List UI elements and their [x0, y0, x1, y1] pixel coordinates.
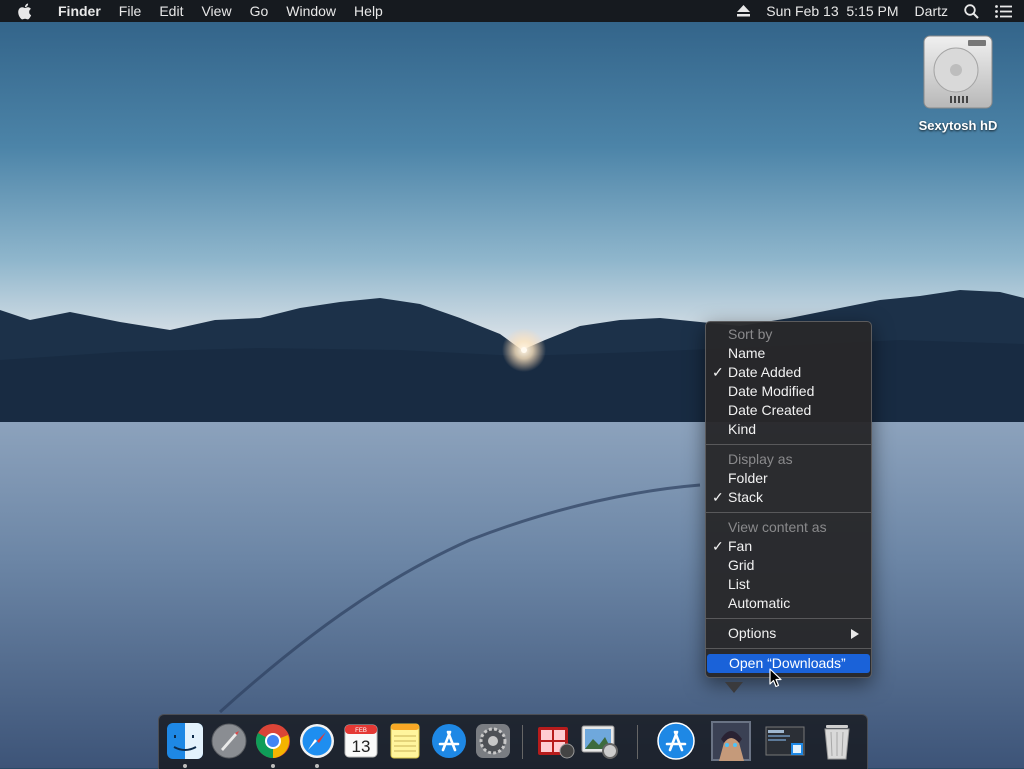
launchpad-icon — [211, 723, 247, 759]
menu-separator — [706, 648, 871, 649]
running-indicator — [315, 764, 319, 768]
view-content-as-header: View content as — [728, 519, 827, 535]
calendar-icon: FEB 13 — [344, 724, 378, 758]
user-name[interactable]: Dartz — [915, 0, 948, 22]
preview-icon — [581, 725, 618, 759]
open-downloads-item[interactable]: Open “Downloads” — [707, 654, 870, 673]
calendar-month: FEB — [355, 728, 367, 734]
dock-photo-booth[interactable] — [535, 721, 575, 761]
dock-applications-stack[interactable] — [656, 721, 696, 761]
view-as-grid[interactable]: Grid — [706, 556, 871, 575]
sort-date-modified-label: Date Modified — [728, 383, 815, 399]
dock-chrome[interactable] — [253, 721, 293, 768]
chrome-icon — [256, 724, 290, 758]
photo-booth-icon — [538, 727, 575, 759]
apple-menu-icon[interactable] — [17, 0, 39, 22]
dock-safari[interactable] — [297, 721, 337, 768]
hard-drive-icon — [923, 35, 993, 109]
view-as-fan[interactable]: ✓ Fan — [706, 537, 871, 556]
safari-icon — [300, 724, 334, 758]
dock-screenshots-stack[interactable] — [765, 721, 805, 761]
sort-by-name[interactable]: Name — [706, 344, 871, 363]
dock-downloads-stack[interactable] — [711, 721, 751, 761]
eject-icon[interactable] — [737, 5, 751, 17]
system-preferences-icon — [476, 724, 510, 758]
sort-kind-label: Kind — [728, 421, 757, 437]
menu-edit[interactable]: Edit — [150, 0, 192, 22]
dock-finder[interactable] — [165, 721, 205, 768]
downloads-stack-icon — [711, 721, 751, 761]
menu-separator — [706, 618, 871, 619]
spotlight-search-icon[interactable] — [964, 3, 979, 19]
mouse-cursor-icon — [769, 668, 782, 688]
menu-separator — [706, 512, 871, 513]
dock-calendar[interactable]: FEB 13 — [341, 721, 381, 761]
notification-center-icon[interactable] — [995, 4, 1012, 18]
dock-stack-context-menu: Sort by Name ✓ Date Added Date Modified D… — [705, 321, 872, 678]
display-folder-label: Folder — [728, 470, 768, 486]
view-as-list[interactable]: List — [706, 575, 871, 594]
checkmark-icon: ✓ — [712, 364, 724, 380]
dock-app-store[interactable] — [429, 721, 469, 761]
view-fan-label: Fan — [728, 538, 753, 554]
options-label: Options — [728, 625, 777, 641]
menu-go[interactable]: Go — [241, 0, 278, 22]
running-indicator — [183, 764, 187, 768]
options-submenu[interactable]: Options — [706, 624, 871, 643]
sort-date-added-label: Date Added — [728, 364, 802, 380]
menu-file[interactable]: File — [110, 0, 151, 22]
checkmark-icon: ✓ — [712, 538, 724, 554]
screenshot-stack-icon — [765, 726, 805, 756]
context-menu-pointer — [725, 682, 743, 693]
display-stack-label: Stack — [728, 489, 764, 505]
view-as-automatic[interactable]: Automatic — [706, 594, 871, 613]
view-list-label: List — [728, 576, 750, 592]
menu-help[interactable]: Help — [345, 0, 392, 22]
menu-bar: Finder File Edit View Go Window Help Sun… — [0, 0, 1024, 22]
desktop-disk-item[interactable]: Sexytosh hD — [910, 32, 1006, 133]
dock-system-preferences[interactable] — [473, 721, 513, 761]
menu-app-name[interactable]: Finder — [49, 0, 110, 22]
notes-icon — [390, 723, 420, 759]
menu-view[interactable]: View — [192, 0, 240, 22]
app-store-folder-icon — [657, 722, 695, 760]
sort-by-date-created[interactable]: Date Created — [706, 401, 871, 420]
dock-notes[interactable] — [385, 721, 425, 761]
sort-by-header: Sort by — [728, 326, 773, 342]
display-as-stack[interactable]: ✓ Stack — [706, 488, 871, 507]
app-store-icon — [432, 724, 466, 758]
submenu-arrow-icon — [851, 629, 859, 639]
dock-trash[interactable] — [817, 721, 857, 761]
sort-by-kind[interactable]: Kind — [706, 420, 871, 439]
clock-datetime[interactable]: Sun Feb 13 5:15 PM — [766, 0, 898, 22]
checkmark-icon: ✓ — [712, 489, 724, 505]
menu-separator — [706, 444, 871, 445]
open-downloads-label: Open “Downloads” — [729, 655, 846, 671]
display-as-folder[interactable]: Folder — [706, 469, 871, 488]
finder-icon — [167, 723, 203, 759]
sort-date-created-label: Date Created — [728, 402, 812, 418]
dock-separator — [637, 725, 638, 759]
view-grid-label: Grid — [728, 557, 755, 573]
trash-icon — [824, 725, 850, 760]
menu-window[interactable]: Window — [277, 0, 345, 22]
sort-name-label: Name — [728, 345, 766, 361]
sort-by-date-added[interactable]: ✓ Date Added — [706, 363, 871, 382]
disk-label: Sexytosh hD — [918, 118, 998, 133]
display-as-header: Display as — [728, 451, 793, 467]
view-automatic-label: Automatic — [728, 595, 791, 611]
dock-launchpad[interactable] — [209, 721, 249, 761]
dock: FEB 13 — [158, 714, 868, 769]
running-indicator — [271, 764, 275, 768]
dock-separator — [522, 725, 523, 759]
calendar-day: 13 — [352, 737, 371, 756]
sort-by-date-modified[interactable]: Date Modified — [706, 382, 871, 401]
dock-preview[interactable] — [579, 721, 619, 761]
